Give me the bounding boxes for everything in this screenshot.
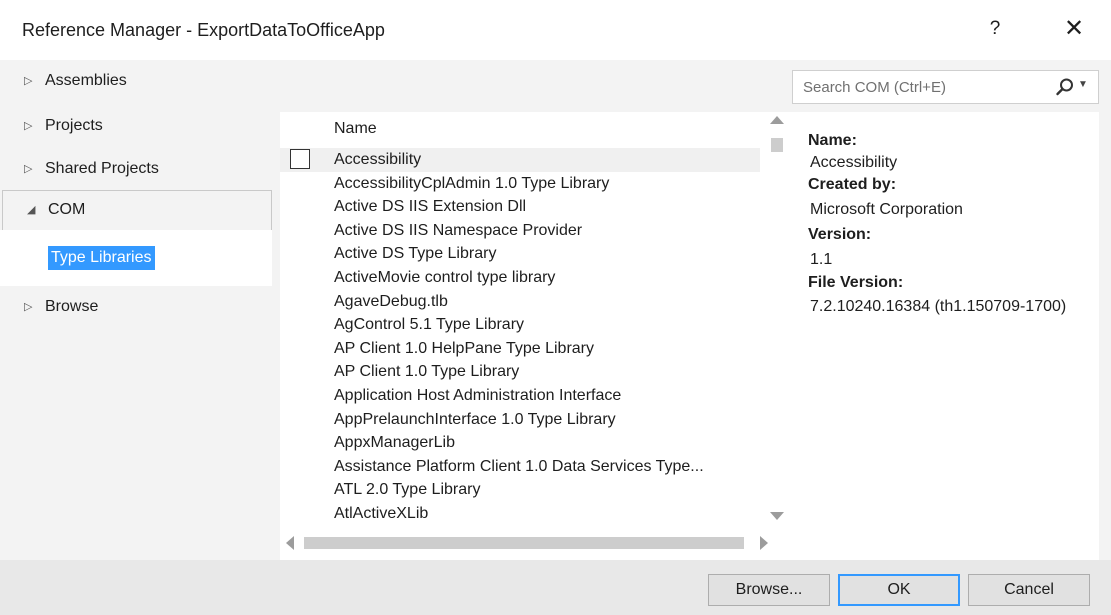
list-item-name: AgaveDebug.tlb [334, 292, 448, 310]
list-item[interactable]: Active DS IIS Extension Dll [280, 195, 760, 219]
details-pane: Name: Accessibility Created by: Microsof… [792, 112, 1099, 560]
scroll-thumb-horizontal[interactable] [304, 537, 744, 549]
list-item-name: AppPrelaunchInterface 1.0 Type Library [334, 410, 616, 428]
nav-item-type-libraries[interactable]: Type Libraries [0, 230, 272, 286]
scroll-left-icon[interactable] [286, 536, 294, 550]
list-item[interactable]: AP Client 1.0 Type Library [280, 360, 760, 384]
nav-item-label: Shared Projects [45, 160, 159, 177]
nav-item-com[interactable]: ◢ COM [2, 190, 272, 232]
list-item[interactable]: Application Host Administration Interfac… [280, 384, 760, 408]
version-label: Version: [808, 226, 872, 243]
list-item[interactable]: Active DS IIS Namespace Provider [280, 219, 760, 243]
nav-item-label: Browse [45, 298, 99, 315]
reference-manager-dialog: Reference Manager - ExportDataToOfficeAp… [0, 0, 1111, 615]
browse-button[interactable]: Browse... [708, 574, 830, 606]
list-item[interactable]: Active DS Type Library [280, 242, 760, 266]
library-list: Name Accessibility AccessibilityCplAdmin … [280, 112, 792, 560]
list-item-name: AgControl 5.1 Type Library [334, 316, 525, 334]
list-item-name: Active DS IIS Extension Dll [334, 198, 527, 216]
list-item-name: AP Client 1.0 Type Library [334, 363, 520, 381]
list-item-name: Accessibility [334, 151, 422, 168]
file-version-label: File Version: [808, 274, 904, 291]
search-icon[interactable] [1055, 77, 1075, 97]
list-item[interactable]: ATL 2.0 Type Library [280, 478, 760, 502]
scroll-thumb[interactable] [771, 138, 783, 152]
nav-item-projects[interactable]: ▷ Projects [0, 107, 272, 145]
list-item[interactable]: AgControl 5.1 Type Library [280, 313, 760, 337]
nav-item-assemblies[interactable]: ▷ Assemblies [0, 62, 272, 100]
nav-item-label: Assemblies [45, 72, 127, 89]
help-button[interactable]: ? [980, 14, 1010, 44]
list-item[interactable]: Accessibility [280, 148, 760, 172]
list-item-name: ATL 2.0 Type Library [334, 481, 481, 499]
list-item-name: Application Host Administration Interfac… [334, 386, 622, 404]
collapse-arrow-icon[interactable]: ◢ [27, 191, 35, 229]
list-item[interactable]: AgaveDebug.tlb [280, 290, 760, 314]
button-bar: Browse... OK Cancel [0, 560, 1111, 615]
window-title: Reference Manager - ExportDataToOfficeAp… [22, 20, 385, 40]
list-item[interactable]: AtlActiveXLib [280, 502, 760, 526]
nav-subitem-label: Type Libraries [48, 246, 155, 270]
list-item-name: AtlActiveXLib [334, 504, 429, 522]
nav-item-browse[interactable]: ▷ Browse [0, 288, 272, 326]
close-button[interactable]: ✕ [1058, 14, 1090, 44]
search-input[interactable] [793, 71, 1048, 103]
list-rows: Accessibility AccessibilityCplAdmin 1.0 T… [280, 148, 760, 533]
list-item-name: Active DS IIS Namespace Provider [334, 221, 583, 239]
cancel-button[interactable]: Cancel [968, 574, 1090, 606]
ok-button[interactable]: OK [838, 574, 960, 606]
list-item[interactable]: AP Client 1.0 HelpPane Type Library [280, 337, 760, 361]
list-item[interactable]: Assistance Platform Client 1.0 Data Serv… [280, 455, 760, 479]
scroll-up-icon[interactable] [770, 116, 784, 124]
expand-arrow-icon[interactable]: ▷ [24, 107, 32, 145]
search-box: ▼ [792, 70, 1099, 104]
list-header: Name [280, 112, 760, 148]
file-version-value: 7.2.10240.16384 (th1.150709-1700) [810, 298, 1067, 315]
row-checkbox[interactable] [290, 149, 310, 169]
horizontal-scrollbar[interactable] [280, 532, 788, 554]
vertical-scrollbar[interactable] [766, 112, 788, 532]
category-nav: ▷ Assemblies ▷ Projects ▷ Shared Project… [0, 60, 280, 560]
list-item-name: AppxManagerLib [334, 434, 455, 452]
name-value: Accessibility [810, 154, 898, 171]
name-column-header[interactable]: Name [334, 120, 377, 138]
list-item-name: ActiveMovie control type library [334, 268, 556, 286]
nav-item-label: Projects [45, 117, 103, 134]
created-by-label: Created by: [808, 176, 897, 193]
list-item-name: Active DS Type Library [334, 245, 497, 263]
dropdown-arrow-icon[interactable]: ▼ [1078, 79, 1088, 90]
name-label: Name: [808, 132, 857, 149]
list-item-name: AP Client 1.0 HelpPane Type Library [334, 339, 595, 357]
list-item[interactable]: AppxManagerLib [280, 431, 760, 455]
expand-arrow-icon[interactable]: ▷ [24, 62, 32, 100]
nav-item-label: COM [48, 201, 86, 218]
list-item-name: AccessibilityCplAdmin 1.0 Type Library [334, 174, 610, 192]
expand-arrow-icon[interactable]: ▷ [24, 150, 32, 188]
scroll-down-icon[interactable] [770, 512, 784, 520]
version-value: 1.1 [810, 251, 833, 268]
created-by-value: Microsoft Corporation [810, 201, 963, 218]
expand-arrow-icon[interactable]: ▷ [24, 288, 32, 326]
list-item[interactable]: AppPrelaunchInterface 1.0 Type Library [280, 408, 760, 432]
list-item[interactable]: ActiveMovie control type library [280, 266, 760, 290]
list-item[interactable]: AccessibilityCplAdmin 1.0 Type Library [280, 172, 760, 196]
list-item-name: Assistance Platform Client 1.0 Data Serv… [334, 457, 704, 475]
nav-item-shared-projects[interactable]: ▷ Shared Projects [0, 150, 272, 188]
title-bar: Reference Manager - ExportDataToOfficeAp… [0, 0, 1111, 60]
scroll-right-icon[interactable] [760, 536, 768, 550]
